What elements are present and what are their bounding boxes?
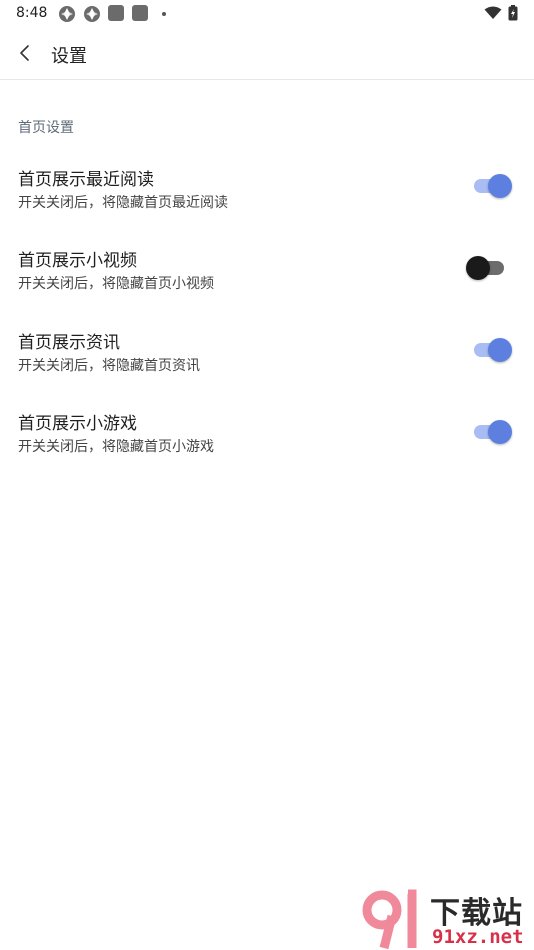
- app-notification-icon: [59, 6, 75, 22]
- setting-recent-reading[interactable]: 首页展示最近阅读 开关关闭后，将隐藏首页最近阅读: [0, 165, 534, 225]
- watermark-logo-icon: [362, 889, 417, 950]
- section-header: 首页设置: [18, 120, 74, 136]
- page-title: 设置: [51, 46, 87, 67]
- back-button[interactable]: [10, 38, 40, 68]
- toggle-thumb: [488, 174, 512, 198]
- recent-reading-toggle[interactable]: [466, 173, 516, 199]
- app-notification-icon: [84, 6, 100, 22]
- setting-mini-games[interactable]: 首页展示小游戏 开关关闭后，将隐藏首页小游戏: [0, 409, 534, 469]
- toggle-thumb: [488, 420, 512, 444]
- setting-short-video[interactable]: 首页展示小视频 开关关闭后，将隐藏首页小视频: [0, 246, 534, 306]
- toggle-thumb: [488, 338, 512, 362]
- chevron-left-icon: [20, 45, 29, 61]
- setting-title: 首页展示小视频: [18, 251, 137, 271]
- app-notification-icon: [132, 5, 148, 21]
- app-notification-icon: [108, 5, 124, 21]
- toggle-thumb: [466, 256, 490, 280]
- watermark: 下载站 91xz.net: [362, 886, 534, 950]
- app-bar: 设置: [0, 28, 534, 80]
- mini-games-toggle[interactable]: [466, 419, 516, 445]
- setting-title: 首页展示最近阅读: [18, 170, 154, 190]
- short-video-toggle[interactable]: [466, 255, 516, 281]
- news-toggle[interactable]: [466, 337, 516, 363]
- wifi-icon: [484, 6, 502, 19]
- setting-description: 开关关闭后，将隐藏首页资讯: [18, 358, 200, 374]
- battery-icon: [508, 5, 518, 21]
- setting-title: 首页展示资讯: [18, 333, 120, 353]
- status-bar: 8:48: [0, 0, 534, 28]
- setting-description: 开关关闭后，将隐藏首页小视频: [18, 276, 214, 292]
- status-time: 8:48: [16, 5, 48, 21]
- setting-title: 首页展示小游戏: [18, 414, 137, 434]
- watermark-url: 91xz.net: [432, 926, 524, 948]
- more-notifications-icon: [162, 12, 166, 16]
- setting-description: 开关关闭后，将隐藏首页最近阅读: [18, 195, 228, 211]
- setting-description: 开关关闭后，将隐藏首页小游戏: [18, 439, 214, 455]
- setting-news[interactable]: 首页展示资讯 开关关闭后，将隐藏首页资讯: [0, 328, 534, 388]
